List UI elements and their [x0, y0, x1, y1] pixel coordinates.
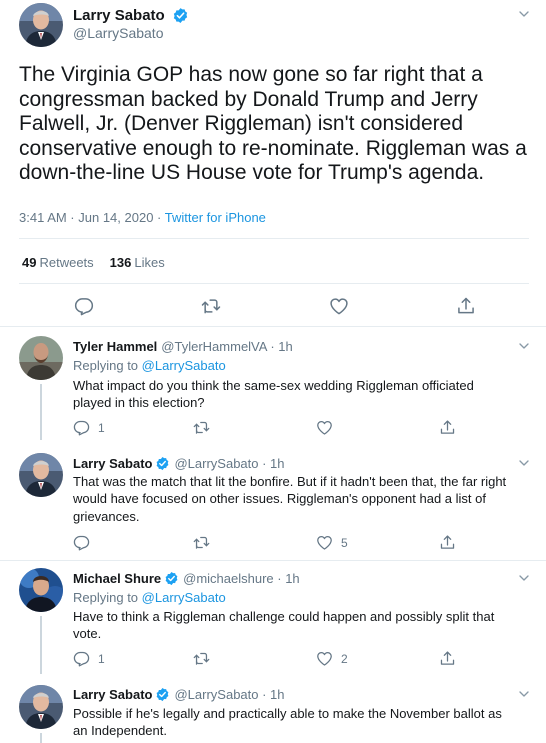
reply-tweet[interactable]: Michael Shure @michaelshure · 1h Replyin… [0, 561, 546, 674]
author-handle[interactable]: @TylerHammelVA · 1h [161, 339, 292, 354]
author-handle[interactable]: @michaelshure · 1h [183, 571, 300, 586]
share-icon [439, 419, 456, 436]
avatar[interactable] [19, 453, 63, 497]
reply-icon [74, 296, 94, 316]
reply-button[interactable] [73, 534, 90, 551]
reply-header: Michael Shure @michaelshure · 1h [73, 571, 300, 586]
retweets-stat[interactable]: 49 Retweets [22, 255, 94, 270]
reply-header: Tyler Hammel @TylerHammelVA · 1h [73, 339, 293, 354]
author-name[interactable]: Larry Sabato [73, 456, 152, 471]
retweet-button[interactable] [193, 419, 210, 436]
chevron-down-icon[interactable] [516, 686, 532, 702]
retweets-count: 49 [22, 255, 37, 270]
author-name[interactable]: Michael Shure [73, 571, 161, 586]
like-count: 5 [341, 535, 348, 550]
reply-count: 1 [98, 651, 105, 666]
reply-icon [73, 534, 90, 551]
divider [19, 283, 529, 284]
verified-badge-icon [172, 7, 189, 24]
avatar[interactable] [19, 568, 63, 612]
author-name[interactable]: Tyler Hammel [73, 339, 157, 354]
reply-tweet[interactable]: Tyler Hammel @TylerHammelVA · 1h Replyin… [0, 327, 546, 440]
reply-tweet[interactable]: Larry Sabato @LarrySabato · 1h That was … [0, 440, 546, 561]
reply-button[interactable]: 1 [73, 650, 105, 667]
tweet-text: The Virginia GOP has now gone so far rig… [19, 63, 527, 185]
retweet-button[interactable] [193, 650, 210, 667]
share-button[interactable] [439, 534, 456, 551]
replying-to: Replying to @LarrySabato [73, 590, 226, 605]
author-name[interactable]: Larry Sabato [73, 7, 189, 24]
chevron-down-icon[interactable] [516, 338, 532, 354]
reply-tweet[interactable]: Larry Sabato @LarrySabato · 1h Possible … [0, 674, 546, 743]
like-icon [329, 296, 349, 316]
retweets-label: Retweets [39, 255, 94, 270]
like-icon [316, 419, 333, 436]
share-icon [439, 650, 456, 667]
tweet-text: What impact do you think the same-sex we… [73, 378, 474, 411]
reply-icon [73, 419, 90, 436]
divider [19, 238, 529, 239]
reply-header: Larry Sabato @LarrySabato · 1h [73, 687, 285, 702]
retweet-icon [193, 650, 210, 667]
like-button[interactable] [329, 296, 349, 316]
reply-count: 1 [98, 420, 105, 435]
replying-to-link[interactable]: @LarrySabato [142, 358, 226, 373]
timestamp-text[interactable]: 3:41 AM · Jun 14, 2020 · [19, 210, 165, 225]
replying-to-link[interactable]: @LarrySabato [142, 590, 226, 605]
reply-icon [73, 650, 90, 667]
replying-to-label: Replying to [73, 358, 142, 373]
author-name-text[interactable]: Larry Sabato [73, 7, 165, 24]
tweet-text: Have to think a Riggleman challenge coul… [73, 609, 495, 642]
retweet-button[interactable] [201, 296, 221, 316]
engagement-stats: 49 Retweets 136 Likes [22, 255, 165, 270]
like-button[interactable] [316, 419, 333, 436]
chevron-down-icon[interactable] [516, 570, 532, 586]
retweet-icon [201, 296, 221, 316]
main-tweet: Larry Sabato @LarrySabato The Virginia G… [0, 0, 546, 327]
like-button[interactable]: 5 [316, 534, 348, 551]
likes-stat[interactable]: 136 Likes [110, 255, 165, 270]
like-icon [316, 534, 333, 551]
likes-count: 136 [109, 255, 132, 270]
avatar[interactable] [19, 336, 63, 380]
verified-badge-icon [155, 456, 170, 471]
thread-line [40, 384, 42, 440]
thread-line [40, 733, 42, 743]
tweet-timestamp: 3:41 AM · Jun 14, 2020 · Twitter for iPh… [19, 210, 266, 225]
share-button[interactable] [456, 296, 476, 316]
tweet-text: That was the match that lit the bonfire.… [73, 474, 507, 524]
share-button[interactable] [439, 650, 456, 667]
author-handle[interactable]: @LarrySabato · 1h [174, 687, 284, 702]
reply-button[interactable]: 1 [73, 419, 105, 436]
retweet-icon [193, 534, 210, 551]
share-icon [439, 534, 456, 551]
verified-badge-icon [155, 687, 170, 702]
thread-line [40, 616, 42, 674]
reply-header: Larry Sabato @LarrySabato · 1h [73, 456, 285, 471]
like-icon [316, 650, 333, 667]
chevron-down-icon[interactable] [516, 455, 532, 471]
like-count: 2 [341, 651, 348, 666]
avatar[interactable] [19, 3, 63, 47]
share-icon [456, 296, 476, 316]
avatar[interactable] [19, 685, 63, 729]
author-handle[interactable]: @LarrySabato · 1h [174, 456, 284, 471]
replying-to: Replying to @LarrySabato [73, 358, 226, 373]
likes-label: Likes [134, 255, 165, 270]
tweet-source-link[interactable]: Twitter for iPhone [165, 210, 266, 225]
retweet-icon [193, 419, 210, 436]
verified-badge-icon [164, 571, 179, 586]
tweet-text: Possible if he's legally and practically… [73, 706, 502, 739]
replying-to-label: Replying to [73, 590, 142, 605]
share-button[interactable] [439, 419, 456, 436]
author-handle[interactable]: @LarrySabato [73, 25, 163, 41]
author-name[interactable]: Larry Sabato [73, 687, 152, 702]
retweet-button[interactable] [193, 534, 210, 551]
like-button[interactable]: 2 [316, 650, 348, 667]
chevron-down-icon[interactable] [516, 6, 532, 22]
reply-button[interactable] [74, 296, 94, 316]
